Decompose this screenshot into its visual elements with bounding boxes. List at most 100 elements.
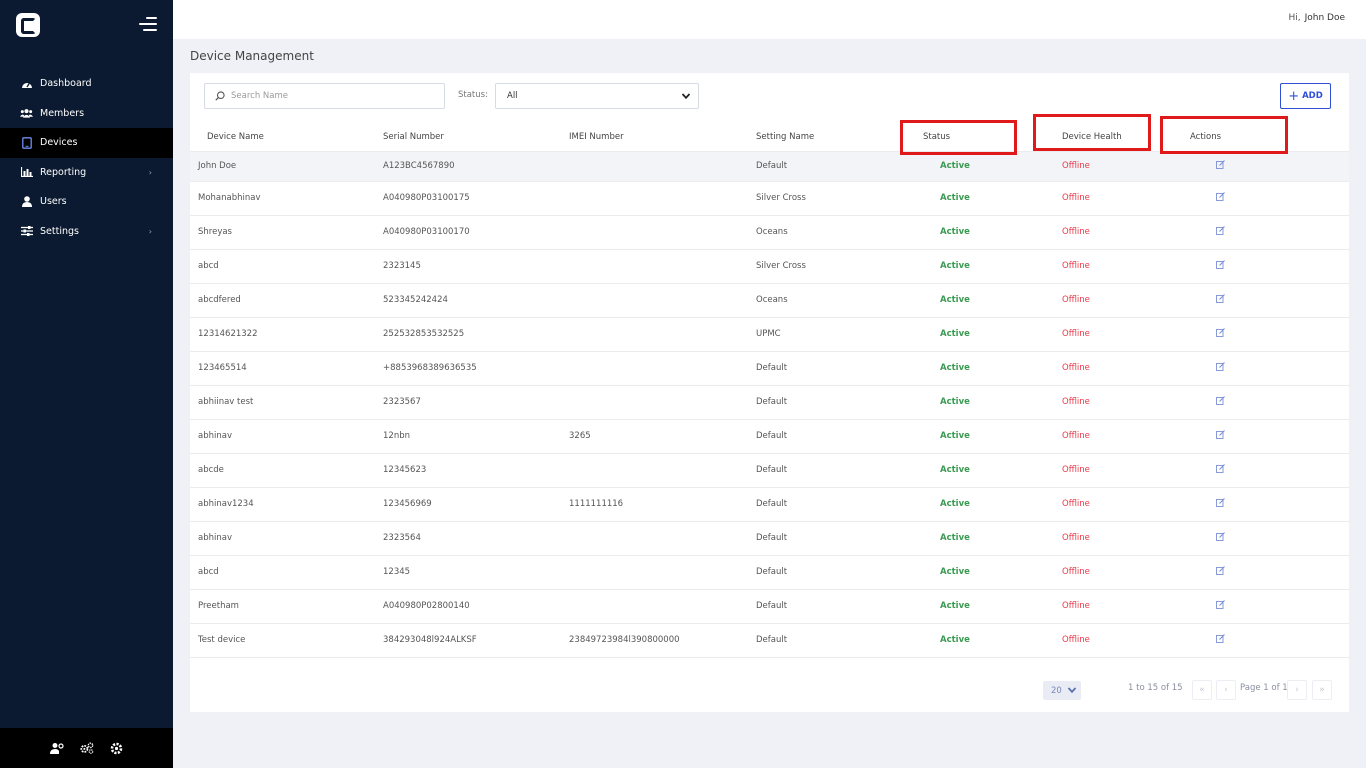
actions-cell: [1168, 215, 1349, 250]
settings-sliders-icon: [20, 225, 33, 238]
status-cell: Active: [915, 555, 1042, 590]
imei-number-cell: 1111111116: [561, 487, 748, 522]
device-health-cell: Offline: [1042, 623, 1168, 658]
table-row[interactable]: abcdfered 523345242424 Oceans Active Offline: [190, 283, 1349, 318]
table-row[interactable]: abcd 2323145 Silver Cross Active Offline: [190, 249, 1349, 284]
edit-icon[interactable]: [1216, 362, 1225, 371]
sidebar-item-settings[interactable]: Settings ›: [0, 217, 173, 247]
device-health-cell: Offline: [1042, 351, 1168, 386]
sidebar-item-label: Users: [40, 196, 67, 208]
edit-icon[interactable]: [1216, 160, 1225, 169]
gear-icon[interactable]: [110, 741, 124, 755]
table-row[interactable]: abhinav 12nbn 3265 Default Active Offline: [190, 419, 1349, 454]
status-cell: Active: [915, 151, 1042, 182]
edit-icon[interactable]: [1216, 328, 1225, 337]
table-row[interactable]: John Doe A123BC4567890 Default Active Offlin…: [190, 151, 1349, 182]
actions-cell: [1168, 487, 1349, 522]
sidebar-item-reporting[interactable]: Reporting ›: [0, 158, 173, 188]
table-row[interactable]: Test device 384293048l924ALKSF 23849723984…: [190, 623, 1349, 658]
actions-cell: [1168, 249, 1349, 284]
column-header-imei-number[interactable]: IMEI Number: [561, 123, 748, 152]
table-row[interactable]: 123465514 +8853968389636535 Default Active O…: [190, 351, 1349, 386]
column-header-device-name[interactable]: Device Name: [190, 123, 375, 152]
actions-cell: [1168, 521, 1349, 556]
setting-name-cell: Default: [748, 419, 915, 454]
status-cell: Active: [915, 317, 1042, 352]
column-header-setting-name[interactable]: Setting Name: [748, 123, 915, 152]
edit-icon[interactable]: [1216, 430, 1225, 439]
setting-name-cell: Silver Cross: [748, 181, 915, 216]
search-box[interactable]: [204, 83, 445, 109]
device-health-cell: Offline: [1042, 419, 1168, 454]
table-row[interactable]: abcde 12345623 Default Active Offline: [190, 453, 1349, 488]
actions-cell: [1168, 317, 1349, 352]
edit-icon[interactable]: [1216, 464, 1225, 473]
device-name-cell: Mohanabhinav: [190, 181, 375, 216]
serial-number-cell: 123456969: [375, 487, 561, 522]
table-row[interactable]: abcd 12345 Default Active Offline: [190, 555, 1349, 590]
actions-cell: [1168, 385, 1349, 420]
serial-number-cell: 384293048l924ALKSF: [375, 623, 561, 658]
chevron-down-icon: [681, 93, 691, 100]
device-health-cell: Offline: [1042, 555, 1168, 590]
page-size-select[interactable]: 20: [1043, 681, 1081, 700]
table-row[interactable]: abhiinav test 2323567 Default Active Offline: [190, 385, 1349, 420]
table-row[interactable]: Mohanabhinav A040980P03100175 Silver Cross…: [190, 181, 1349, 216]
hamburger-menu-icon[interactable]: [139, 17, 157, 31]
search-input[interactable]: [231, 91, 431, 101]
table-row[interactable]: abhinav 2323564 Default Active Offline: [190, 521, 1349, 556]
user-name: John Doe: [1304, 13, 1345, 23]
imei-number-cell: [561, 317, 748, 352]
edit-icon[interactable]: [1216, 226, 1225, 235]
device-name-cell: abcdfered: [190, 283, 375, 318]
edit-icon[interactable]: [1216, 192, 1225, 201]
status-cell: Active: [915, 419, 1042, 454]
plus-icon: +: [1288, 88, 1300, 104]
next-page-button[interactable]: ›: [1287, 680, 1307, 700]
last-page-button[interactable]: »: [1312, 680, 1332, 700]
column-header-serial-number[interactable]: Serial Number: [375, 123, 561, 152]
imei-number-cell: [561, 555, 748, 590]
table-row[interactable]: Shreyas A040980P03100170 Oceans Active Offli…: [190, 215, 1349, 250]
status-cell: Active: [915, 351, 1042, 386]
status-filter-select[interactable]: All: [495, 83, 699, 109]
edit-icon[interactable]: [1216, 600, 1225, 609]
sidebar-item-dashboard[interactable]: Dashboard: [0, 69, 173, 99]
sidebar-item-users[interactable]: Users: [0, 187, 173, 217]
table-row[interactable]: abhinav1234 123456969 1111111116 Default Act…: [190, 487, 1349, 522]
add-device-button[interactable]: + ADD: [1280, 83, 1331, 109]
actions-cell: [1168, 589, 1349, 624]
edit-icon[interactable]: [1216, 294, 1225, 303]
user-icon: [20, 195, 33, 208]
edit-icon[interactable]: [1216, 396, 1225, 405]
device-health-cell: Offline: [1042, 487, 1168, 522]
gears-icon[interactable]: [79, 741, 94, 755]
table-row[interactable]: 12314621322 252532853532525 UPMC Active Offl…: [190, 317, 1349, 352]
device-health-cell: Offline: [1042, 453, 1168, 488]
setting-name-cell: Silver Cross: [748, 249, 915, 284]
user-settings-icon[interactable]: [49, 741, 64, 755]
sidebar-item-label: Settings: [40, 225, 79, 237]
device-health-cell: Offline: [1042, 151, 1168, 182]
edit-icon[interactable]: [1216, 566, 1225, 575]
device-name-cell: 123465514: [190, 351, 375, 386]
serial-number-cell: 2323145: [375, 249, 561, 284]
user-greeting[interactable]: Hi, John Doe: [1288, 13, 1345, 23]
edit-icon[interactable]: [1216, 498, 1225, 507]
edit-icon[interactable]: [1216, 532, 1225, 541]
sidebar-item-members[interactable]: Members: [0, 99, 173, 129]
imei-number-cell: [561, 521, 748, 556]
imei-number-cell: [561, 249, 748, 284]
serial-number-cell: A123BC4567890: [375, 151, 561, 182]
device-name-cell: John Doe: [190, 151, 375, 182]
imei-number-cell: 23849723984l390800000: [561, 623, 748, 658]
sidebar-item-devices[interactable]: Devices: [0, 128, 173, 158]
edit-icon[interactable]: [1216, 260, 1225, 269]
edit-icon[interactable]: [1216, 634, 1225, 643]
prev-page-button[interactable]: ‹: [1216, 680, 1236, 700]
setting-name-cell: Default: [748, 385, 915, 420]
app-logo[interactable]: [16, 13, 40, 37]
setting-name-cell: Default: [748, 521, 915, 556]
table-row[interactable]: Preetham A040980P02800140 Default Active Off…: [190, 589, 1349, 624]
first-page-button[interactable]: «: [1192, 680, 1212, 700]
